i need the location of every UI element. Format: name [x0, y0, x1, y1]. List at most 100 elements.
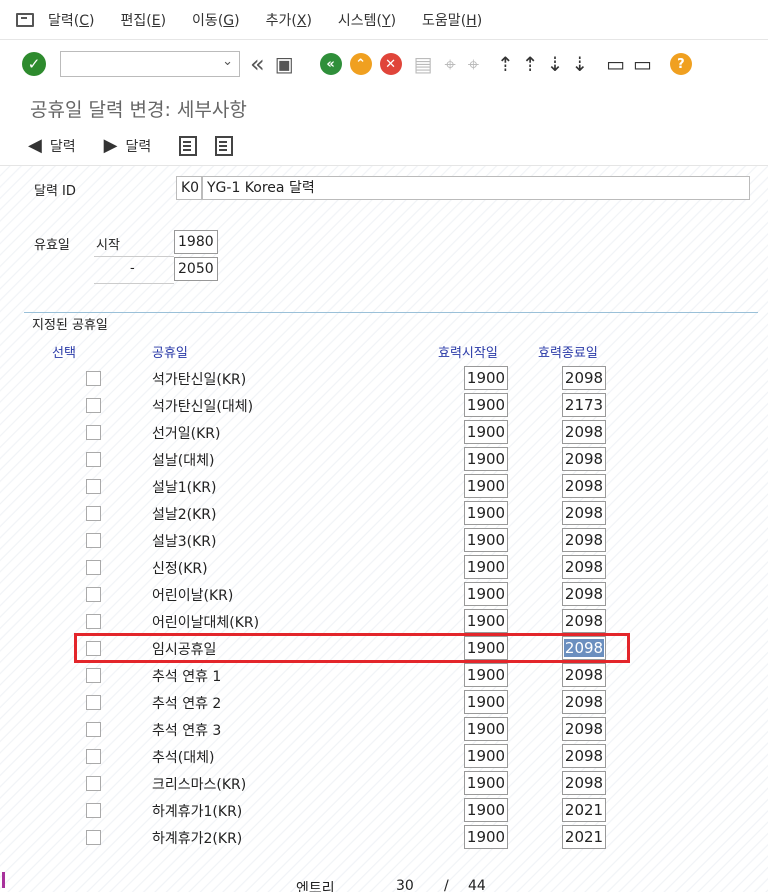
valid-to-field[interactable]: 2098 [562, 447, 606, 471]
command-field[interactable]: ⌄ [60, 51, 240, 77]
valid-to-field[interactable]: 2098 [562, 717, 606, 741]
menu-system[interactable]: 시스템(Y) [338, 10, 396, 30]
menu-extras[interactable]: 추가(X) [266, 10, 312, 30]
menu-calendar[interactable]: 달력(C) [48, 10, 94, 30]
validity-end-year[interactable]: 2050 [174, 257, 218, 281]
valid-from-field[interactable]: 1900 [464, 582, 508, 606]
holiday-name: 설날1(KR) [152, 480, 217, 496]
enter-icon[interactable]: ✓ [22, 52, 46, 76]
valid-to-field[interactable]: 2098 [562, 501, 606, 525]
validity-dash: - [130, 261, 135, 276]
row-checkbox[interactable] [86, 776, 101, 791]
valid-from-field[interactable]: 1900 [464, 447, 508, 471]
row-checkbox[interactable] [86, 749, 101, 764]
help-icon[interactable]: ? [669, 53, 692, 75]
valid-from-field[interactable]: 1900 [464, 366, 508, 390]
previous-calendar-button[interactable]: ◀ 달력 [28, 135, 76, 156]
valid-from-field[interactable]: 1900 [464, 798, 508, 822]
first-page-icon[interactable]: ⇡ [497, 52, 514, 76]
valid-from-field[interactable]: 1900 [464, 663, 508, 687]
create-session-icon[interactable]: ▭ [606, 52, 625, 76]
valid-to-field[interactable]: 2021 [562, 798, 606, 822]
column-header-holiday: 공휴일 [152, 346, 188, 361]
holiday-name: 추석 연휴 3 [152, 723, 222, 739]
row-checkbox[interactable] [86, 371, 101, 386]
cancel-icon[interactable]: ✕ [379, 53, 402, 75]
valid-to-field[interactable]: 2021 [562, 825, 606, 849]
valid-from-field[interactable]: 1900 [464, 501, 508, 525]
valid-to-field[interactable]: 2098 [562, 555, 606, 579]
valid-from-field[interactable]: 1900 [464, 744, 508, 768]
deselect-all-icon[interactable] [215, 135, 234, 156]
row-checkbox[interactable] [86, 560, 101, 575]
back-double-icon[interactable]: « [250, 52, 265, 76]
valid-from-field[interactable]: 1900 [464, 393, 508, 417]
row-checkbox[interactable] [86, 452, 101, 467]
holiday-name: 석가탄신일(KR) [152, 372, 247, 388]
valid-to-field[interactable]: 2173 [562, 393, 606, 417]
back-icon[interactable]: « [319, 53, 342, 75]
highlight-box [74, 633, 630, 663]
valid-to-field[interactable]: 2098 [562, 528, 606, 552]
valid-to-field[interactable]: 2098 [562, 609, 606, 633]
row-checkbox[interactable] [86, 587, 101, 602]
valid-to-field[interactable]: 2098 [562, 744, 606, 768]
holiday-row: 신정(KR) 1900 2098 [0, 554, 768, 581]
row-checkbox[interactable] [86, 803, 101, 818]
row-checkbox[interactable] [86, 533, 101, 548]
calendar-id-field[interactable]: K0 [176, 176, 202, 200]
next-calendar-button[interactable]: ▶ 달력 [104, 135, 152, 156]
row-checkbox[interactable] [86, 506, 101, 521]
print-icon: ▤ [413, 52, 433, 76]
row-checkbox[interactable] [86, 695, 101, 710]
valid-to-field[interactable]: 2098 [562, 771, 606, 795]
row-checkbox[interactable] [86, 479, 101, 494]
row-checkbox[interactable] [86, 830, 101, 845]
group-title: 지정된 공휴일 [32, 318, 108, 333]
menu-bar: 달력(C) 편집(E) 이동(G) 추가(X) 시스템(Y) 도움말(H) [0, 0, 768, 40]
validity-underline-2 [94, 283, 174, 284]
select-all-icon[interactable] [179, 135, 198, 156]
valid-from-field[interactable]: 1900 [464, 609, 508, 633]
row-checkbox[interactable] [86, 425, 101, 440]
valid-to-field[interactable]: 2098 [562, 420, 606, 444]
save-icon[interactable]: ▣ [275, 54, 294, 74]
row-checkbox[interactable] [86, 722, 101, 737]
valid-from-field[interactable]: 1900 [464, 420, 508, 444]
exit-icon[interactable]: ⌃ [349, 53, 372, 75]
valid-to-field[interactable]: 2098 [562, 690, 606, 714]
row-checkbox[interactable] [86, 614, 101, 629]
chevron-down-icon[interactable]: ⌄ [222, 54, 233, 69]
previous-page-icon[interactable]: ⇡ [522, 52, 539, 76]
next-page-icon[interactable]: ⇣ [547, 52, 564, 76]
menu-icon[interactable] [16, 12, 34, 27]
valid-to-field[interactable]: 2098 [562, 663, 606, 687]
holiday-row: 석가탄신일(KR) 1900 2098 [0, 365, 768, 392]
last-page-icon[interactable]: ⇣ [571, 52, 588, 76]
valid-from-field[interactable]: 1900 [464, 528, 508, 552]
valid-from-field[interactable]: 1900 [464, 555, 508, 579]
find-next-icon: ⌖ [467, 52, 480, 76]
row-checkbox[interactable] [86, 398, 101, 413]
valid-from-field[interactable]: 1900 [464, 717, 508, 741]
valid-from-field[interactable]: 1900 [464, 474, 508, 498]
valid-to-field[interactable]: 2098 [562, 582, 606, 606]
valid-from-field[interactable]: 1900 [464, 825, 508, 849]
valid-to-field[interactable]: 2098 [562, 474, 606, 498]
row-checkbox[interactable] [86, 668, 101, 683]
shortcut-icon[interactable]: ▭ [633, 52, 652, 76]
valid-from-field[interactable]: 1900 [464, 771, 508, 795]
holiday-name: 하계휴가2(KR) [152, 831, 243, 847]
valid-from-field[interactable]: 1900 [464, 690, 508, 714]
holiday-name: 석가탄신일(대체) [152, 399, 254, 415]
holiday-row: 선거일(KR) 1900 2098 [0, 419, 768, 446]
calendar-name-field[interactable]: YG-1 Korea 달력 [202, 176, 750, 200]
find-icon: ⌖ [444, 52, 456, 76]
menu-help[interactable]: 도움말(H) [422, 10, 482, 30]
command-input[interactable] [61, 52, 211, 76]
valid-to-field[interactable]: 2098 [562, 366, 606, 390]
arrow-right-icon: ▶ [103, 135, 118, 156]
menu-edit[interactable]: 편집(E) [120, 10, 166, 30]
menu-goto[interactable]: 이동(G) [192, 10, 240, 30]
validity-start-year[interactable]: 1980 [174, 230, 218, 254]
